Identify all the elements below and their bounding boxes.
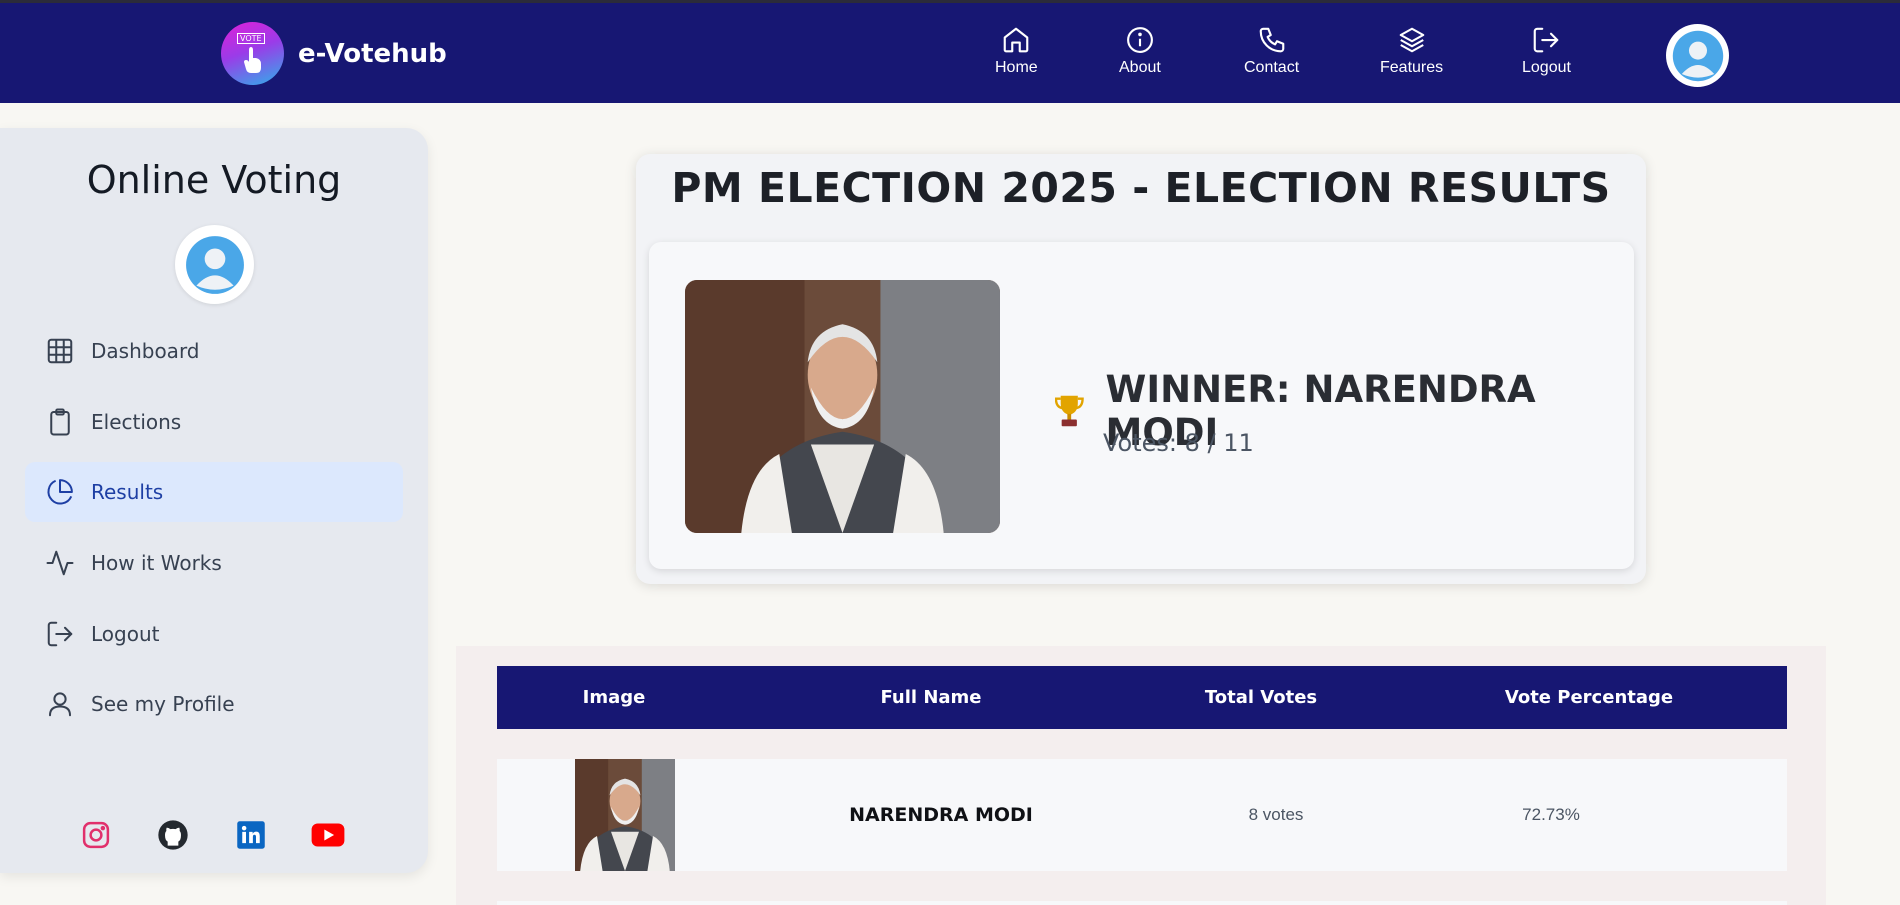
- results-table: Image Full Name Total Votes Vote Percent…: [456, 646, 1826, 905]
- clipboard-icon: [50, 408, 70, 436]
- sidebar-item-label: Results: [91, 480, 164, 504]
- candidate-percentage: 72.73%: [1522, 805, 1580, 824]
- linkedin-link[interactable]: [234, 818, 268, 852]
- column-header-total-votes: Total Votes: [1204, 687, 1318, 708]
- brand-name: e-Votehub: [298, 38, 447, 69]
- column-header-vote-percentage: Vote Percentage: [1504, 687, 1674, 708]
- column-header-full-name: Full Name: [880, 687, 982, 708]
- sidebar-title: Online Voting: [86, 158, 342, 202]
- nav-logout-label: Logout: [1522, 59, 1571, 76]
- winner-panel: WINNER: NARENDRA MODI Votes: 8 / 11: [649, 242, 1634, 569]
- table-header: Image Full Name Total Votes Vote Percent…: [497, 666, 1787, 729]
- sidebar-item-logout[interactable]: Logout: [25, 604, 403, 664]
- youtube-icon: [311, 823, 345, 847]
- sidebar-item-label: Logout: [91, 622, 160, 646]
- sidebar-item-dashboard[interactable]: Dashboard: [25, 321, 403, 381]
- candidate-photo: [575, 759, 675, 871]
- sidebar-item-label: Dashboard: [91, 339, 200, 363]
- github-link[interactable]: [156, 818, 190, 852]
- instagram-icon: [82, 821, 110, 849]
- candidate-name: NARENDRA MODI: [849, 804, 1033, 826]
- table-row: NARENDRA MODI 8 votes 72.73%: [497, 759, 1787, 871]
- sidebar-item-elections[interactable]: Elections: [25, 392, 403, 452]
- info-icon: [1126, 27, 1153, 53]
- sidebar-item-results[interactable]: Results: [25, 462, 403, 522]
- sidebar-item-label: How it Works: [91, 551, 222, 575]
- youtube-link[interactable]: [311, 818, 345, 852]
- winner-votes: Votes: 8 / 11: [1103, 429, 1254, 457]
- home-icon: [1004, 27, 1029, 53]
- table-row: [497, 901, 1787, 905]
- linkedin-icon: [237, 821, 265, 849]
- user-avatar-button[interactable]: [1666, 24, 1729, 87]
- results-card: PM ELECTION 2025 - ELECTION RESULTS WINN…: [636, 154, 1646, 584]
- sidebar-item-profile[interactable]: See my Profile: [25, 674, 403, 734]
- pie-chart-icon: [47, 479, 73, 505]
- sidebar-item-how-it-works[interactable]: How it Works: [25, 533, 403, 593]
- nav-features[interactable]: Features: [1380, 25, 1443, 77]
- layers-icon: [1399, 27, 1424, 53]
- nav-home[interactable]: Home: [995, 25, 1038, 77]
- phone-icon: [1259, 27, 1284, 53]
- logout-icon: [47, 621, 73, 647]
- sidebar-item-label: See my Profile: [91, 692, 235, 716]
- nav-logout[interactable]: Logout: [1522, 25, 1571, 77]
- nav-contact[interactable]: Contact: [1244, 25, 1299, 77]
- winner-photo: [685, 280, 1000, 533]
- avatar: [184, 234, 246, 296]
- avatar: [1671, 29, 1725, 83]
- sidebar-avatar: [175, 225, 254, 304]
- logo-vote-tag: VOTE: [237, 33, 265, 44]
- top-navbar: VOTE e-Votehub Home About Contact Featur…: [0, 0, 1900, 103]
- sidebar: Online Voting Dashboard Elections Result…: [0, 128, 428, 873]
- nav-features-label: Features: [1380, 59, 1444, 76]
- column-header-image: Image: [582, 687, 646, 708]
- user-icon: [49, 692, 71, 717]
- logout-icon: [1534, 27, 1559, 53]
- nav-contact-label: Contact: [1244, 59, 1300, 76]
- grid-icon: [47, 338, 73, 364]
- nav-about[interactable]: About: [1119, 25, 1161, 77]
- vote-logo-icon: VOTE: [221, 22, 284, 85]
- activity-icon: [46, 550, 74, 576]
- nav-about-label: About: [1119, 59, 1161, 76]
- sidebar-item-label: Elections: [91, 410, 182, 434]
- nav-home-label: Home: [995, 59, 1038, 76]
- brand[interactable]: VOTE e-Votehub: [221, 22, 447, 85]
- page-title: PM ELECTION 2025 - ELECTION RESULTS: [671, 164, 1611, 212]
- instagram-link[interactable]: [79, 818, 113, 852]
- github-icon: [158, 820, 188, 850]
- trophy-icon: [1055, 395, 1084, 427]
- candidate-votes: 8 votes: [1248, 805, 1304, 824]
